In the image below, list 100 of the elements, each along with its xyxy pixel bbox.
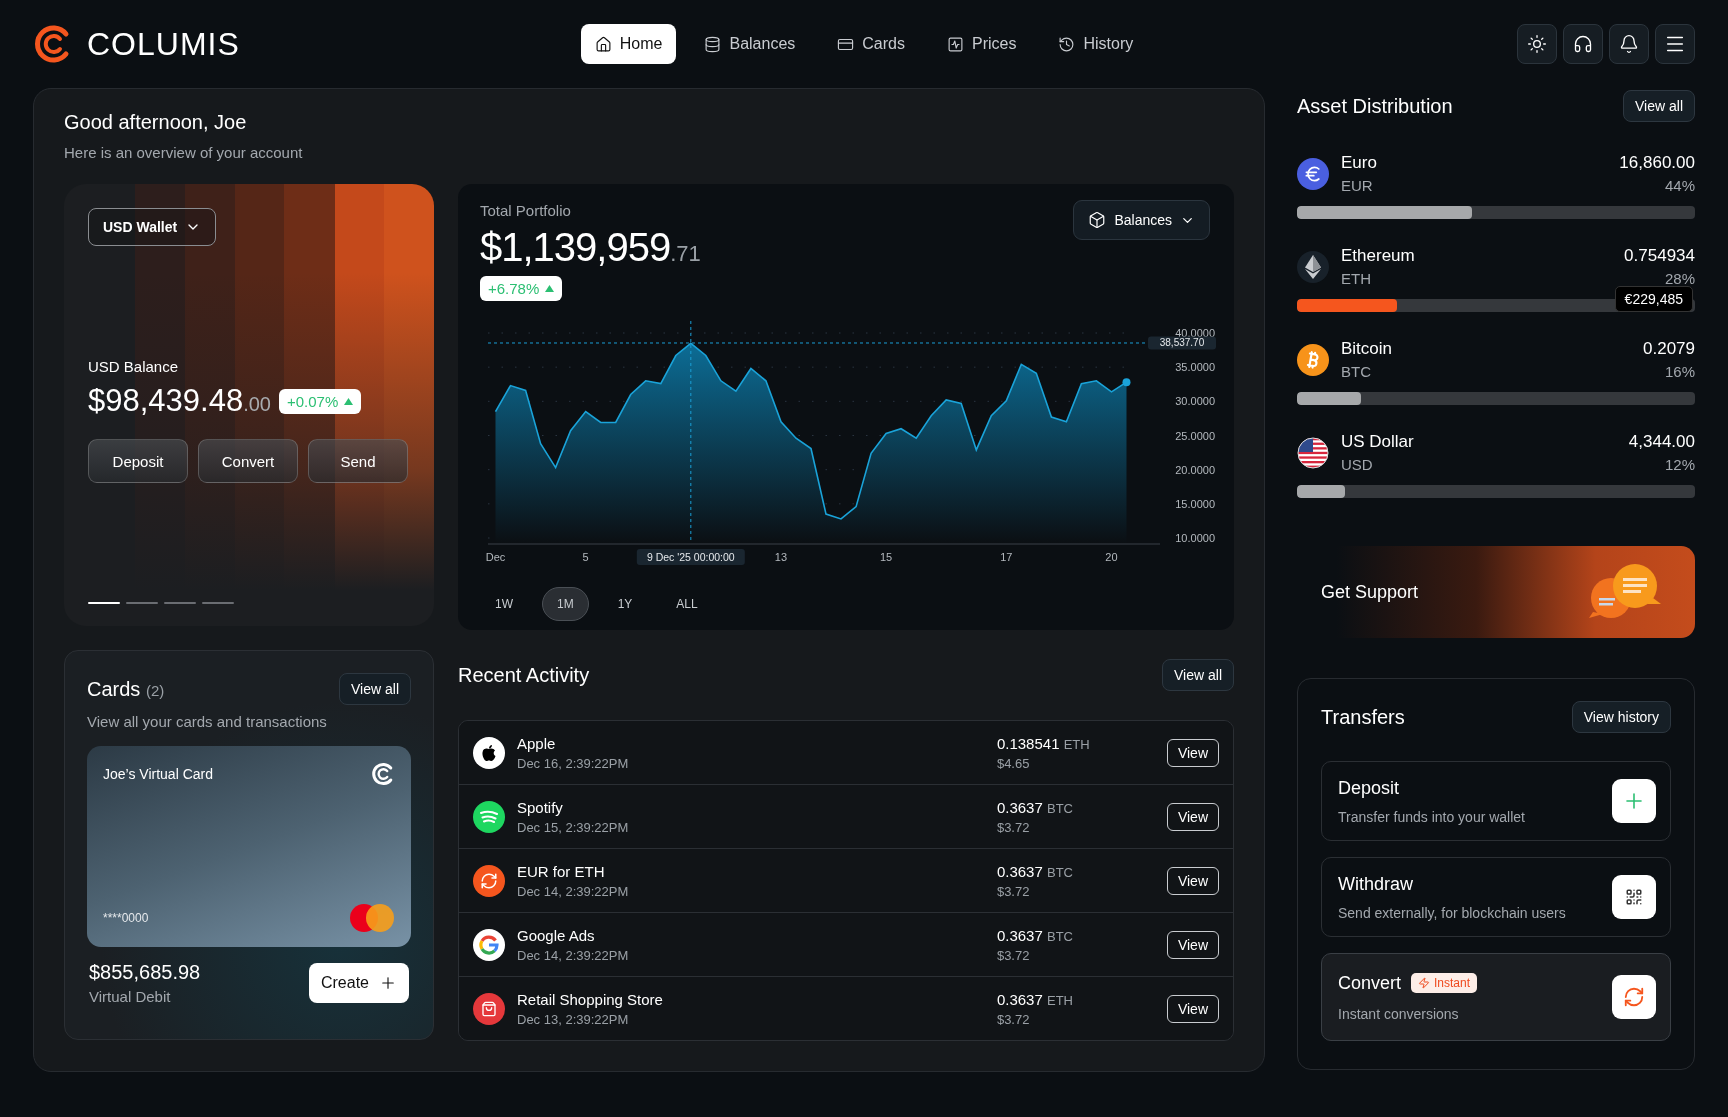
card-type: Virtual Debit (89, 988, 172, 1005)
bag-icon (481, 1000, 497, 1017)
asset-code: USD (1341, 456, 1374, 473)
support-label: Get Support (1321, 581, 1419, 603)
crypto-amount: 0.3637 ETH (996, 990, 1074, 1008)
usd-amount: $3.72 (996, 1011, 1031, 1027)
asset-share: 28% (1663, 270, 1695, 287)
nav-tab[interactable]: Cards (823, 24, 919, 64)
instant-badge: Instant (1411, 973, 1478, 993)
card-name: Joe’s Virtual Card (103, 766, 213, 782)
notifications-button[interactable] (1609, 24, 1649, 64)
end-point (1122, 378, 1131, 387)
apple-icon (481, 743, 497, 762)
transfer-option[interactable]: Withdraw Send externally, for blockchain users (1321, 857, 1671, 937)
asset-code: BTC (1341, 363, 1372, 380)
date-tag: 9 Dec '25 00:00:00 (636, 549, 745, 565)
wallet-dropdown[interactable]: USD Wallet (88, 208, 217, 246)
range-tab[interactable]: ALL (661, 587, 713, 621)
axis-label: 40.0000 (1175, 327, 1215, 339)
flag-icon (1297, 436, 1329, 469)
theme-button[interactable] (1517, 24, 1557, 64)
cube-icon (1088, 211, 1107, 229)
merchant-name: Retail Shopping Store (517, 990, 663, 1008)
balance-label: USD Balance (88, 358, 180, 375)
asset-amount: 16,860.00 (1619, 153, 1695, 173)
usd-amount: $4.65 (996, 755, 1031, 771)
crypto-amount: 0.3637 BTC (996, 798, 1074, 816)
cards-title: Cards (2) (87, 677, 165, 701)
nav-tab[interactable]: History (1044, 24, 1148, 64)
view-all-button[interactable]: View all (1623, 90, 1695, 122)
cards-subtitle: View all your cards and transactions (87, 713, 328, 730)
range-tab[interactable]: 1W (480, 587, 528, 621)
plus-icon (379, 974, 397, 992)
nav-tab[interactable]: Prices (933, 24, 1031, 64)
nav-tab[interactable]: Home (580, 24, 677, 64)
axis-label: 20 (1105, 551, 1118, 563)
database-icon (704, 35, 722, 53)
range-tab[interactable]: 1M (542, 587, 589, 621)
refresh-icon (1623, 986, 1645, 1008)
ethereum-icon (1305, 254, 1321, 279)
axis-label: 17 (1000, 551, 1013, 563)
view-button[interactable]: View (1166, 802, 1219, 831)
home-icon (594, 35, 612, 53)
card-balance: $855,685.98 (89, 961, 201, 984)
view-button[interactable]: View (1166, 994, 1219, 1023)
virtual-card[interactable]: Joe’s Virtual Card ****0000 (87, 746, 411, 947)
usd-amount: $3.72 (996, 819, 1031, 835)
activity-date: Dec 14, 2:39:22PM (517, 883, 629, 899)
activity-date: Dec 14, 2:39:22PM (517, 947, 629, 963)
sun-icon (1527, 34, 1547, 54)
value-tooltip: €229,485 (1614, 286, 1693, 312)
triangle-up-icon (344, 397, 354, 405)
mastercard-icon (349, 903, 395, 933)
view-all-button[interactable]: View all (1162, 659, 1234, 691)
ref-line-label: 38,537.70 (1159, 337, 1205, 349)
create-button[interactable]: Create (308, 963, 409, 1003)
action-button[interactable]: Deposit (88, 439, 188, 483)
transfer-option[interactable]: Convert Instant Instant conversions (1321, 953, 1671, 1041)
range-tab[interactable]: 1Y (602, 587, 648, 621)
asset-share: 16% (1663, 363, 1695, 380)
crypto-amount: 0.138541 ETH (996, 734, 1091, 752)
transfer-option[interactable]: Deposit Transfer funds into your wallet (1321, 761, 1671, 841)
asset-amount: 0.754934 (1624, 246, 1695, 266)
deposit-button[interactable] (1612, 779, 1656, 823)
change-badge: +0.07% (278, 388, 362, 414)
headphones-icon (1573, 34, 1593, 54)
transfers-title: Transfers (1321, 705, 1405, 729)
value-tag: 38,537.70 (1148, 336, 1216, 350)
crypto-amount: 0.3637 BTC (996, 862, 1074, 880)
asset-amount: 0.2079 (1643, 339, 1695, 359)
logo-icon (371, 762, 395, 786)
chart-icon (947, 35, 964, 53)
asset-name: Euro (1341, 153, 1377, 173)
change-badge: +6.78% (480, 276, 563, 301)
view-button[interactable]: View (1166, 738, 1219, 767)
transfer-subtitle: Transfer funds into your wallet (1338, 808, 1525, 825)
transfer-subtitle: Instant conversions (1338, 1005, 1460, 1022)
nav-tab[interactable]: Balances (690, 24, 810, 64)
merchant-name: Spotify (517, 798, 564, 816)
view-all-button[interactable]: View all (339, 673, 411, 705)
support-button[interactable] (1563, 24, 1603, 64)
transfer-title: Convert (1338, 972, 1402, 994)
axis-label: 15 (880, 551, 893, 563)
merchant-name: EUR for ETH (517, 862, 606, 880)
action-button[interactable]: Send (308, 439, 408, 483)
axis-label: 13 (774, 551, 788, 563)
brand-name: COLUMIS (87, 25, 240, 63)
bell-icon (1619, 34, 1639, 54)
balances-dropdown[interactable]: Balances (1073, 200, 1210, 240)
view-history-button[interactable]: View history (1571, 701, 1671, 733)
action-button[interactable]: Convert (198, 439, 298, 483)
asset-code: ETH (1341, 270, 1372, 287)
merchant-name: Google Ads (517, 926, 596, 944)
greeting-title: Good afternoon, Joe (64, 111, 248, 134)
menu-button[interactable] (1655, 24, 1695, 64)
view-button[interactable]: View (1166, 866, 1219, 895)
view-button[interactable]: View (1166, 930, 1219, 959)
withdraw-button[interactable] (1612, 875, 1656, 919)
portfolio-amount: $1,139,959.71 (480, 225, 702, 270)
convert-button[interactable] (1612, 975, 1656, 1019)
